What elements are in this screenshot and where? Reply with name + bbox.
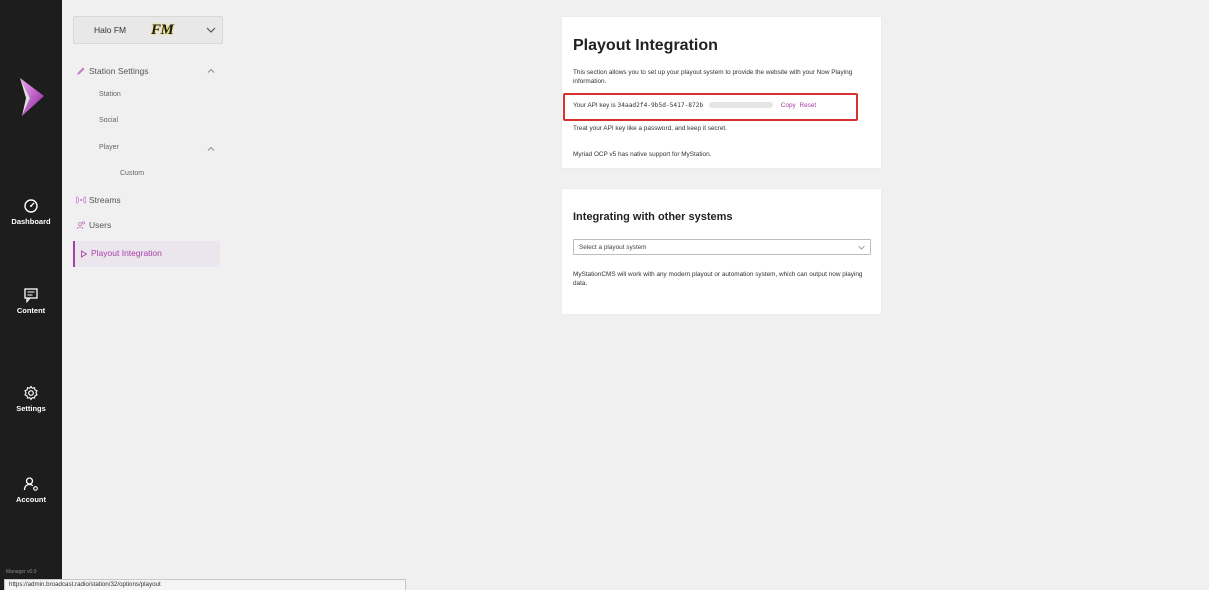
chevron-down-icon — [858, 245, 865, 250]
playout-intro-text: This section allows you to set up your p… — [573, 69, 853, 85]
rail-item-account[interactable]: Account — [0, 476, 62, 504]
brand-logo-icon[interactable] — [16, 76, 48, 118]
nav-social[interactable]: Social — [99, 117, 118, 124]
integrating-note: MyStationCMS will work with any modern p… — [573, 271, 863, 287]
nav-station[interactable]: Station — [99, 91, 121, 98]
content-chat-icon — [24, 288, 38, 303]
api-key-highlight-box — [563, 93, 858, 121]
rail-item-dashboard[interactable]: Dashboard — [0, 198, 62, 226]
rail-item-content[interactable]: Content — [0, 287, 62, 315]
rail-label-account: Account — [16, 495, 46, 504]
settings-gear-icon — [24, 385, 38, 401]
browser-status-url: https://admin.broadcast.radio/station/32… — [4, 579, 406, 590]
chevron-down-icon — [206, 27, 216, 33]
users-icon — [76, 221, 86, 230]
rail-item-settings[interactable]: Settings — [0, 385, 62, 413]
rail-label-content: Content — [16, 306, 46, 315]
rail-label-dashboard: Dashboard — [11, 217, 51, 226]
myriad-support-note: Myriad OCP v5 has native support for MyS… — [573, 151, 712, 158]
rail-label-settings: Settings — [16, 404, 46, 413]
chevron-up-icon — [207, 146, 215, 151]
nav-custom[interactable]: Custom — [120, 170, 144, 177]
integrating-title: Integrating with other systems — [573, 211, 733, 223]
api-secret-note: Treat your API key like a password, and … — [573, 125, 727, 132]
station-name: Halo FM — [94, 25, 127, 35]
playout-system-placeholder: Select a playout system — [579, 244, 647, 251]
integrating-card: Integrating with other systems Select a … — [561, 188, 882, 315]
broadcast-icon — [76, 196, 86, 204]
app-rail: Dashboard Content Settings Account Manag… — [0, 0, 62, 590]
play-triangle-icon — [81, 250, 88, 258]
page-title: Playout Integration — [573, 37, 718, 54]
nav-playout-integration[interactable]: Playout Integration — [73, 241, 220, 267]
dashboard-gauge-icon — [24, 199, 38, 213]
pencil-icon — [77, 67, 85, 75]
account-user-icon — [23, 477, 38, 491]
playout-system-select[interactable]: Select a playout system — [573, 239, 871, 255]
station-logo: FM — [151, 22, 174, 38]
app-version: Manager v0.9 — [6, 569, 37, 575]
chevron-up-icon — [207, 68, 215, 73]
station-selector[interactable]: Halo FM FM — [73, 16, 223, 44]
